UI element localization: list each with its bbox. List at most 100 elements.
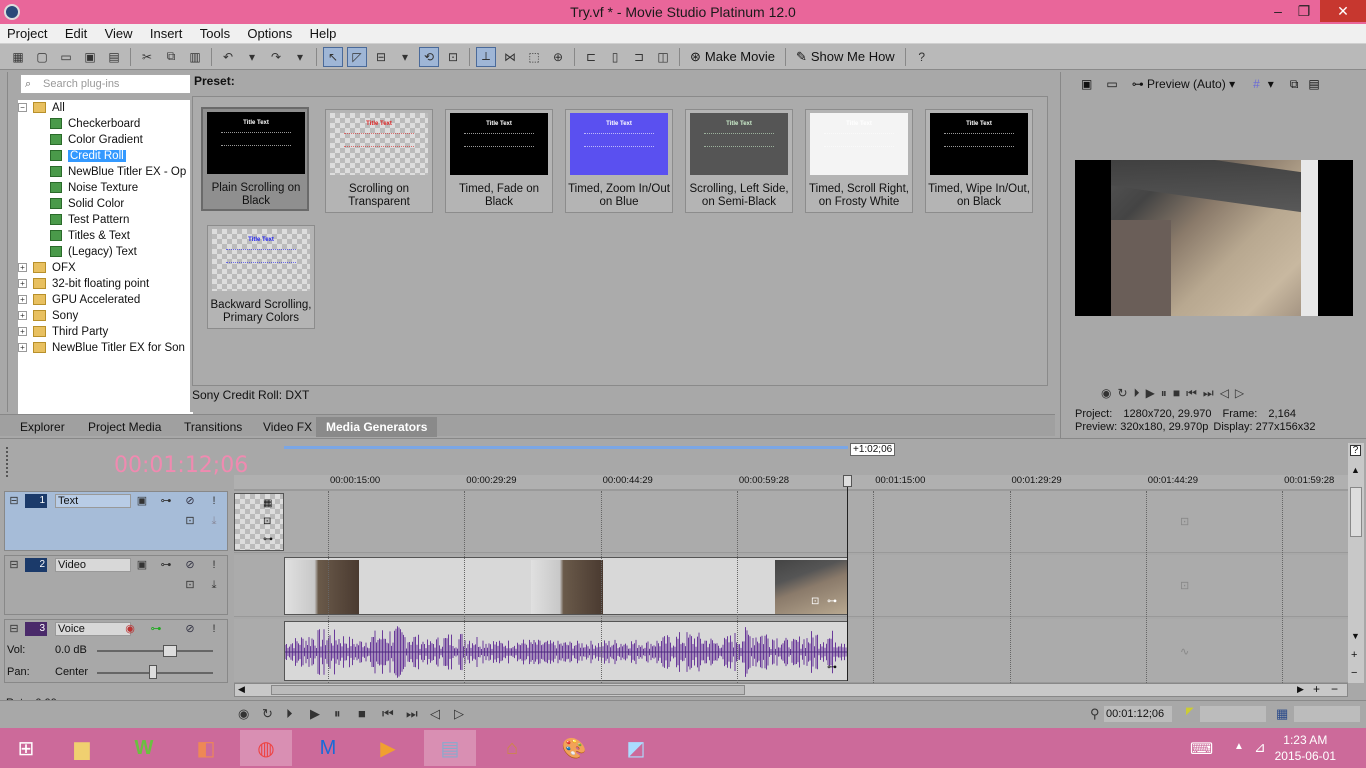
tab-media-generators[interactable]: Media Generators (316, 417, 438, 437)
timeline-grip[interactable] (6, 447, 10, 477)
tree-item[interactable]: + NewBlue Titler EX for Son (18, 340, 193, 356)
tree-item[interactable]: + Third Party (18, 324, 193, 340)
zoom-out-time-icon[interactable]: − (1331, 682, 1338, 696)
video-event-clip[interactable]: ⊡ ⊶ (284, 557, 848, 615)
taskbar-movie-studio[interactable]: ▤ (424, 730, 476, 766)
tab-video-fx[interactable]: Video FX (253, 417, 322, 437)
zoom-out-track-icon[interactable]: − (1351, 667, 1357, 679)
track-header-text[interactable]: ⊟ 1 Text ▣ ⊶ ⊘ ! ⊡ ⤓ (4, 491, 228, 551)
copy-icon[interactable]: ⧉ (161, 47, 181, 67)
tree-item[interactable]: Titles & Text (18, 228, 193, 244)
expand-icon[interactable]: + (18, 311, 27, 321)
timeline-vertical-scrollbar[interactable]: ? ▲ ▼ + − (1348, 443, 1364, 683)
cursor-timecode[interactable]: 00:01:12;06 (1104, 706, 1172, 722)
open-folder-icon[interactable]: ▭ (56, 47, 76, 67)
tree-item[interactable]: Checkerboard (18, 116, 193, 132)
scroll-thumb[interactable] (271, 685, 745, 695)
mute-icon[interactable]: ⊘ (183, 494, 197, 508)
tab-project-media[interactable]: Project Media (78, 417, 171, 437)
track-name[interactable]: Voice (55, 622, 131, 636)
track-minimize-icon[interactable]: ⊟ (7, 558, 21, 572)
play-from-start-icon[interactable]: ⏵ (286, 706, 293, 722)
selection-tool-icon[interactable]: ⬚ (524, 47, 544, 67)
cut-icon[interactable]: ✂ (137, 47, 157, 67)
go-to-start-icon[interactable]: ⏮ (1186, 386, 1197, 402)
arm-for-record-icon[interactable]: ◉ (123, 622, 137, 636)
expand-icon[interactable]: + (18, 263, 27, 273)
taskbar-malwarebytes[interactable]: M (302, 730, 354, 766)
trim-icon[interactable]: ▯ (605, 47, 625, 67)
left-panel-grip[interactable] (0, 72, 8, 412)
scroll-left-icon[interactable]: ◀ (238, 684, 245, 695)
tree-item[interactable]: Credit Roll (18, 148, 193, 164)
solo-icon[interactable]: ! (207, 558, 221, 572)
solo-icon[interactable]: ! (207, 494, 221, 508)
collapse-icon[interactable]: − (18, 103, 27, 113)
track-fx-icon[interactable]: ⊶ (159, 558, 173, 572)
menu-view[interactable]: View (98, 24, 140, 44)
start-button[interactable]: ⊞ (0, 730, 52, 766)
zoom-tool-icon[interactable]: ⊕ (548, 47, 568, 67)
help-icon[interactable]: ? (1350, 445, 1361, 456)
cursor-line[interactable] (847, 481, 848, 681)
taskbar-wordperfect[interactable]: W (118, 730, 170, 766)
tree-item[interactable]: Color Gradient (18, 132, 193, 148)
taskbar-file-explorer[interactable]: ▆ (56, 730, 108, 766)
envelope-tool-icon[interactable]: ◸ (347, 46, 367, 67)
menu-tools[interactable]: Tools (193, 24, 237, 44)
overlays-dropdown-icon[interactable]: ▾ (1268, 77, 1274, 91)
event-envelope-icon[interactable]: ⊶ (263, 534, 273, 545)
search-plugins-input[interactable]: ⌕ Search plug-ins (20, 74, 192, 94)
menu-insert[interactable]: Insert (143, 24, 190, 44)
expand-icon[interactable]: + (18, 279, 27, 289)
preset-tile[interactable]: Title Text Plain Scrolling on Black (201, 107, 309, 211)
undo-dropdown-icon[interactable]: ▾ (242, 47, 262, 67)
taskbar-notes[interactable]: ◩ (610, 730, 662, 766)
preset-tile[interactable]: Title Text Timed, Fade on Black (445, 109, 553, 213)
zoom-in-track-icon[interactable]: + (1351, 649, 1357, 661)
external-monitor-icon[interactable]: ▭ (1106, 77, 1117, 91)
preset-tile[interactable]: Title Text Timed, Zoom In/Out on Blue (565, 109, 673, 213)
tree-item[interactable]: − All (18, 100, 193, 116)
record-icon[interactable]: ◉ (1101, 386, 1111, 402)
go-to-end-icon[interactable]: ⏭ (1203, 386, 1214, 402)
split-dropdown-icon[interactable]: ▾ (395, 47, 415, 67)
stop-icon[interactable]: ■ (358, 706, 366, 721)
go-to-start-icon[interactable]: ⏮ (382, 706, 394, 722)
make-movie-button[interactable]: ⊛ Make Movie (684, 49, 781, 65)
network-icon[interactable]: ⊿ (1254, 739, 1266, 756)
taskbar-library[interactable]: ⌂ (486, 730, 538, 766)
auto-ripple-icon[interactable]: ⟲ (419, 46, 439, 67)
tab-transitions[interactable]: Transitions (174, 417, 252, 437)
undo-icon[interactable]: ↶ (218, 47, 238, 67)
tree-item[interactable]: + Sony (18, 308, 193, 324)
loop-icon[interactable]: ↻ (1117, 386, 1127, 402)
loop-playback-icon[interactable]: ↻ (262, 706, 273, 722)
split-icon[interactable]: ⊟ (371, 47, 391, 67)
volume-slider[interactable] (97, 650, 213, 652)
system-clock[interactable]: 1:23 AM 2015-06-01 (1275, 732, 1336, 764)
preset-tile[interactable]: Title Text Backward Scrolling, Primary Co… (207, 225, 315, 329)
make-compositing-child-icon[interactable]: ⤓ (207, 514, 221, 528)
preset-tile[interactable]: Title Text Scrolling, Left Side, on Semi-… (685, 109, 793, 213)
preset-tile[interactable]: Title Text Timed, Scroll Right, on Frosty… (805, 109, 913, 213)
properties-icon[interactable]: ▤ (104, 47, 124, 67)
new-file-icon[interactable]: ▢ (32, 47, 52, 67)
tree-item[interactable]: + GPU Accelerated (18, 292, 193, 308)
time-ruler[interactable]: 00:00:15:00 00:00:29:29 00:00:44:29 00:00:5… (234, 475, 1348, 489)
record-icon[interactable]: ◉ (238, 706, 249, 722)
menu-help[interactable]: Help (303, 24, 344, 44)
mute-icon[interactable]: ⊘ (183, 558, 197, 572)
selection-length-field[interactable] (1294, 706, 1360, 722)
track-motion-icon[interactable]: ⊡ (183, 578, 197, 592)
preset-tile[interactable]: Title Text Scrolling on Transparent (325, 109, 433, 213)
track-header-video[interactable]: ⊟ 2 Video ▣ ⊶ ⊘ ! ⊡ ⤓ (4, 555, 228, 615)
tree-item[interactable]: +32-bit floating point (18, 276, 193, 292)
event-pan-crop-icon[interactable]: ⊡ (263, 516, 271, 527)
selection-field[interactable] (1200, 706, 1266, 722)
taskbar-chrome[interactable]: ◍ (240, 730, 292, 766)
close-button[interactable]: ✕ (1320, 0, 1366, 22)
split-clip-icon[interactable]: ◫ (653, 47, 673, 67)
copy-snapshot-icon[interactable]: ⧉ (1290, 77, 1299, 92)
prev-frame-icon[interactable]: ◁ (430, 706, 440, 722)
